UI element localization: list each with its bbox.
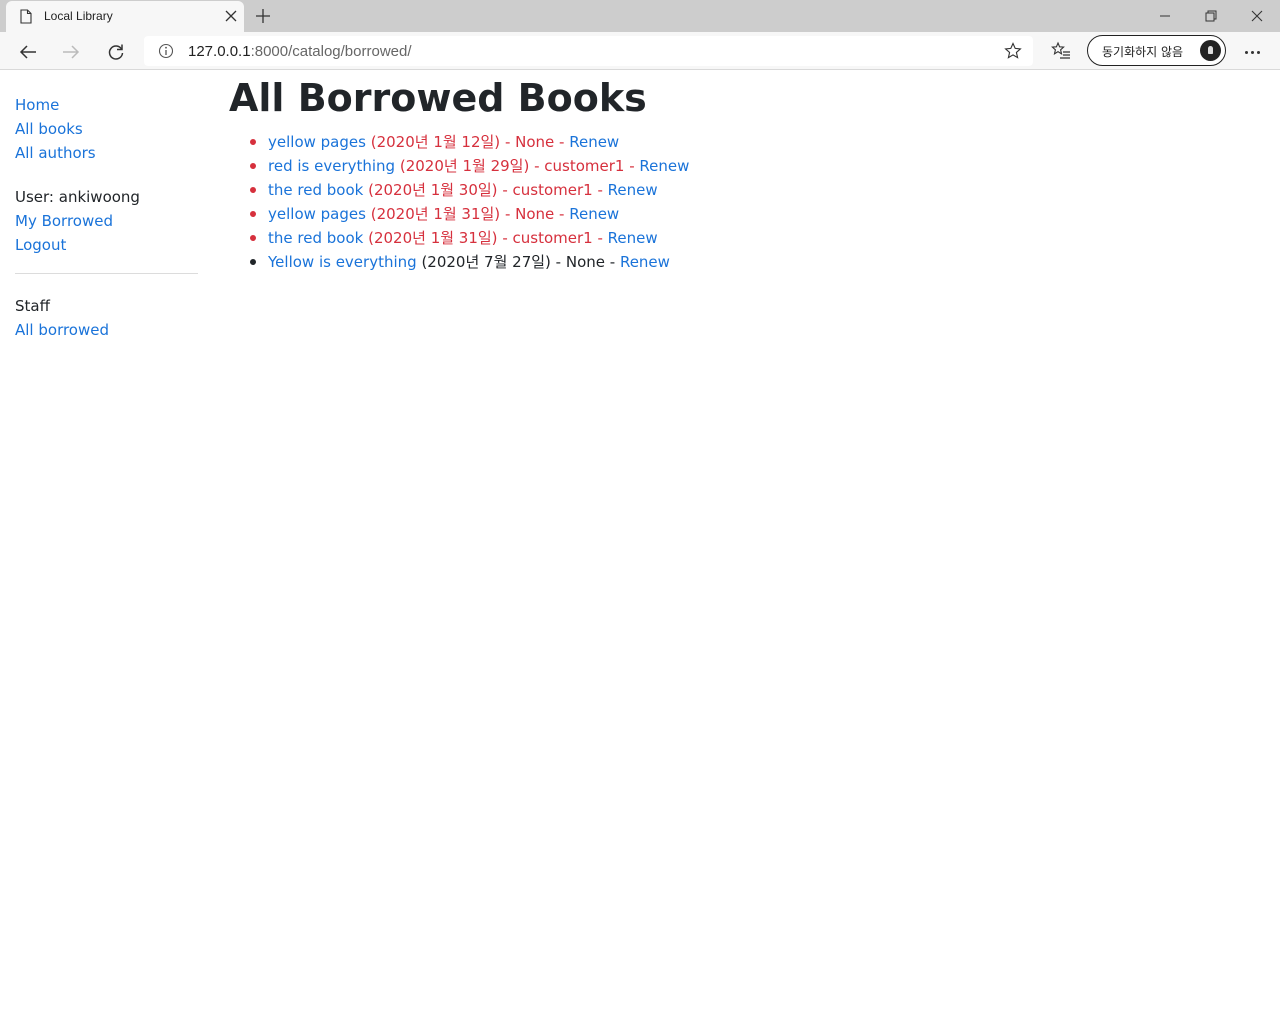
back-arrow-icon bbox=[19, 45, 36, 59]
more-button[interactable] bbox=[1240, 39, 1266, 65]
forward-arrow-icon bbox=[63, 45, 80, 59]
browser-toolbar: 127.0.0.1:8000/catalog/borrowed/ 동기화하지 않… bbox=[0, 32, 1280, 70]
restore-button[interactable] bbox=[1188, 0, 1234, 32]
separator: - bbox=[605, 253, 620, 271]
tab-title: Local Library bbox=[44, 9, 113, 23]
avatar bbox=[1200, 40, 1221, 61]
list-item: yellow pages (2020년 1월 31일) - None - Ren… bbox=[229, 202, 689, 226]
book-title-link[interactable]: red is everything bbox=[268, 157, 395, 175]
sidebar-link-logout[interactable]: Logout bbox=[15, 233, 66, 257]
close-icon[interactable] bbox=[224, 9, 238, 23]
more-icon bbox=[1245, 51, 1248, 54]
more-icon bbox=[1251, 51, 1254, 54]
refresh-icon bbox=[108, 44, 124, 60]
borrower: None bbox=[515, 205, 555, 223]
tab-strip: Local Library bbox=[0, 0, 1280, 32]
star-icon[interactable] bbox=[1004, 42, 1022, 60]
book-title-link[interactable]: the red book bbox=[268, 181, 363, 199]
refresh-button[interactable] bbox=[103, 39, 129, 65]
borrowed-books-list: yellow pages (2020년 1월 12일) - None - Ren… bbox=[229, 130, 689, 274]
renew-link[interactable]: Renew bbox=[569, 205, 619, 223]
sidebar-link-all-books[interactable]: All books bbox=[15, 117, 83, 141]
borrower: None bbox=[515, 133, 555, 151]
plus-icon[interactable] bbox=[254, 7, 272, 25]
profile-button[interactable]: 동기화하지 않음 bbox=[1087, 35, 1226, 66]
url-path: :8000/catalog/borrowed/ bbox=[250, 43, 412, 60]
renew-link[interactable]: Renew bbox=[608, 181, 658, 199]
window-close-button[interactable] bbox=[1234, 0, 1280, 32]
more-icon bbox=[1257, 51, 1260, 54]
page-icon bbox=[20, 9, 32, 24]
book-title-link[interactable]: yellow pages bbox=[268, 133, 366, 151]
separator: - bbox=[592, 229, 608, 247]
borrower: None bbox=[565, 253, 605, 271]
list-item: red is everything (2020년 1월 29일) - custo… bbox=[229, 154, 689, 178]
url-text[interactable]: 127.0.0.1:8000/catalog/borrowed/ bbox=[188, 43, 412, 60]
profile-label: 동기화하지 않음 bbox=[1102, 45, 1184, 59]
sidebar: Home All books All authors User: ankiwoo… bbox=[15, 93, 198, 342]
separator: - bbox=[554, 205, 570, 223]
window-close-icon bbox=[1251, 10, 1263, 22]
list-item: the red book (2020년 1월 31일) - customer1 … bbox=[229, 226, 689, 250]
due-date: (2020년 1월 30일) bbox=[368, 181, 498, 199]
borrower: customer1 bbox=[512, 181, 593, 199]
list-item: the red book (2020년 1월 30일) - customer1 … bbox=[229, 178, 689, 202]
borrower: customer1 bbox=[512, 229, 593, 247]
back-button[interactable] bbox=[15, 39, 41, 65]
info-icon[interactable] bbox=[158, 43, 174, 59]
separator: - bbox=[550, 253, 566, 271]
address-bar[interactable]: 127.0.0.1:8000/catalog/borrowed/ bbox=[144, 36, 1033, 66]
book-title-link[interactable]: the red book bbox=[268, 229, 363, 247]
main-content: All Borrowed Books yellow pages (2020년 1… bbox=[229, 71, 689, 274]
due-date: (2020년 1월 31일) bbox=[368, 229, 498, 247]
separator: - bbox=[497, 181, 513, 199]
separator: - bbox=[529, 157, 545, 175]
book-title-link[interactable]: yellow pages bbox=[268, 205, 366, 223]
url-host: 127.0.0.1 bbox=[188, 43, 251, 60]
sidebar-divider bbox=[15, 273, 198, 274]
list-item: yellow pages (2020년 1월 12일) - None - Ren… bbox=[229, 130, 689, 154]
sidebar-link-my-borrowed[interactable]: My Borrowed bbox=[15, 209, 113, 233]
separator: - bbox=[497, 229, 513, 247]
separator: - bbox=[500, 133, 516, 151]
separator: - bbox=[624, 157, 640, 175]
favorites-icon[interactable] bbox=[1051, 41, 1071, 61]
sidebar-link-all-authors[interactable]: All authors bbox=[15, 141, 96, 165]
minimize-icon bbox=[1160, 15, 1170, 17]
renew-link[interactable]: Renew bbox=[569, 133, 619, 151]
sidebar-link-home[interactable]: Home bbox=[15, 93, 59, 117]
borrower: customer1 bbox=[544, 157, 625, 175]
separator: - bbox=[500, 205, 516, 223]
list-item: Yellow is everything (2020년 7월 27일) - No… bbox=[229, 250, 689, 274]
renew-link[interactable]: Renew bbox=[639, 157, 689, 175]
minimize-button[interactable] bbox=[1142, 0, 1188, 32]
due-date: (2020년 1월 31일) bbox=[370, 205, 501, 223]
renew-link[interactable]: Renew bbox=[608, 229, 658, 247]
book-title-link[interactable]: Yellow is everything bbox=[268, 253, 417, 271]
separator: - bbox=[592, 181, 608, 199]
renew-link[interactable]: Renew bbox=[620, 253, 670, 271]
page-title: All Borrowed Books bbox=[229, 76, 647, 120]
user-label: User: ankiwoong bbox=[15, 188, 140, 206]
due-date: (2020년 7월 27일) bbox=[421, 253, 551, 271]
staff-heading: Staff bbox=[15, 297, 50, 315]
restore-icon bbox=[1205, 10, 1217, 22]
forward-button[interactable] bbox=[58, 39, 84, 65]
due-date: (2020년 1월 12일) bbox=[370, 133, 501, 151]
due-date: (2020년 1월 29일) bbox=[399, 157, 530, 175]
browser-tab[interactable]: Local Library bbox=[6, 1, 244, 32]
page-content: Home All books All authors User: ankiwoo… bbox=[0, 71, 1280, 1024]
sidebar-link-all-borrowed[interactable]: All borrowed bbox=[15, 318, 109, 342]
separator: - bbox=[554, 133, 570, 151]
